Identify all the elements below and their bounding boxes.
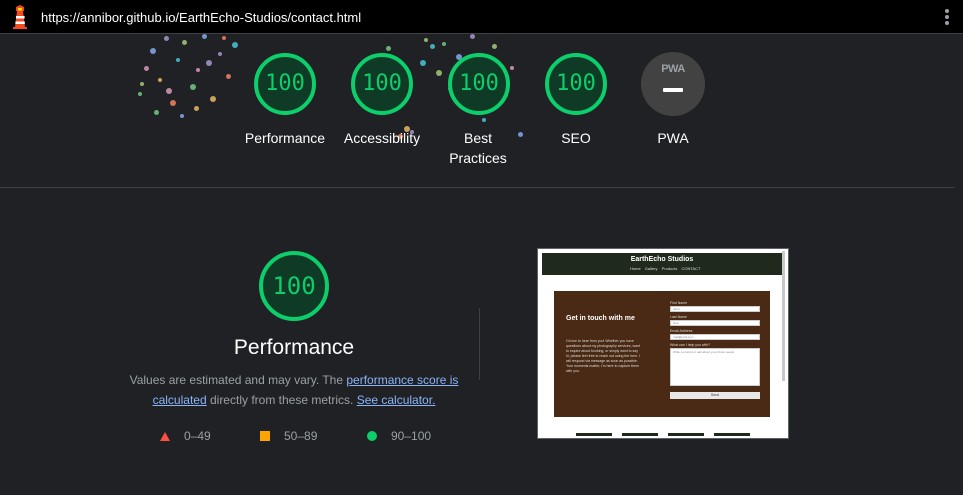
label-best-practices: Best Practices	[449, 130, 507, 166]
performance-description: Values are estimated and may vary. The p…	[128, 370, 460, 410]
address-bar: https://annibor.github.io/EarthEcho-Stud…	[0, 0, 963, 34]
confetti-dot	[176, 58, 180, 62]
thumb-form: First Name John Last Name Doe Email Addr…	[670, 301, 760, 399]
section-divider	[0, 187, 955, 188]
label-performance: Performance	[244, 130, 326, 146]
thumb-field-input: Doe	[670, 320, 760, 326]
confetti-dot	[150, 48, 156, 54]
thumb-header: EarthEcho Studios Home Gallery Products …	[542, 253, 782, 275]
legend-average: 50–89	[260, 428, 317, 444]
confetti-dot	[202, 34, 207, 39]
thumb-textarea: Write a prompt or ask about your photo n…	[670, 348, 760, 386]
confetti-dot	[194, 106, 199, 111]
legend-pass-range: 90–100	[391, 429, 432, 443]
desc-text-2: directly from these metrics.	[206, 393, 357, 407]
score-accessibility: 100	[362, 71, 402, 96]
legend-pass: 90–100	[367, 428, 431, 444]
confetti-dot	[232, 42, 238, 48]
performance-title: Performance	[233, 336, 355, 359]
vertical-separator	[479, 308, 480, 380]
confetti-dot	[154, 110, 159, 115]
confetti-dot	[386, 46, 391, 51]
legend-average-range: 50–89	[284, 429, 318, 443]
confetti-dot	[492, 44, 497, 49]
gauge-seo[interactable]: 100	[544, 52, 608, 116]
thumb-footer-item	[622, 433, 658, 436]
pwa-badge-icon[interactable]: PWA	[641, 52, 705, 116]
confetti-dot	[210, 96, 216, 102]
confetti-dot	[144, 66, 149, 71]
confetti-dot	[226, 74, 231, 79]
pwa-badge-text: PWA	[661, 63, 685, 75]
thumb-field-input: John	[670, 306, 760, 312]
confetti-dot	[424, 38, 428, 42]
score-best-practices: 100	[459, 71, 499, 96]
legend-fail-range: 0–49	[184, 429, 211, 443]
thumb-body: I'd love to hear from you! Whether you h…	[566, 339, 641, 373]
triangle-icon	[160, 431, 170, 441]
confetti-dot	[442, 42, 446, 46]
thumb-heading: Get in touch with me	[566, 315, 635, 322]
label-seo: SEO	[561, 130, 591, 146]
thumb-nav: Home Gallery Products CONTACT	[630, 266, 701, 271]
thumb-footer-item	[576, 433, 612, 436]
thumb-footer-item	[714, 433, 750, 436]
square-icon	[260, 431, 270, 441]
confetti-dot	[170, 100, 176, 106]
gauge-best-practices[interactable]: 100	[447, 52, 511, 116]
lighthouse-icon	[11, 5, 29, 29]
score-performance-large: 100	[272, 272, 316, 300]
thumb-scrollbar	[782, 251, 785, 381]
kebab-menu-icon[interactable]	[945, 9, 949, 25]
confetti-dot	[482, 118, 486, 122]
gauge-performance-large: 100	[258, 250, 330, 322]
label-pwa: PWA	[657, 130, 689, 146]
label-accessibility: Accessibility	[343, 130, 421, 146]
confetti-dot	[182, 40, 187, 45]
confetti-dot	[164, 36, 169, 41]
confetti-dot	[180, 114, 184, 118]
thumb-footer-item	[668, 433, 704, 436]
thumb-contact-card: Get in touch with me I'd love to hear fr…	[554, 291, 770, 417]
confetti-dot	[140, 82, 144, 86]
thumb-send-button: Send	[670, 392, 760, 399]
circle-icon	[367, 431, 377, 441]
desc-text-1: Values are estimated and may vary. The	[129, 373, 347, 387]
confetti-dot	[190, 84, 196, 90]
confetti-dot	[166, 88, 172, 94]
pwa-dash	[663, 88, 683, 92]
legend-fail: 0–49	[160, 428, 211, 444]
confetti-dot	[218, 52, 222, 56]
score-seo: 100	[556, 71, 596, 96]
scrollbar[interactable]	[955, 34, 963, 495]
gauge-performance[interactable]: 100	[253, 52, 317, 116]
confetti-dot	[222, 36, 226, 40]
gauge-accessibility[interactable]: 100	[350, 52, 414, 116]
thumb-field-input: mail@mail.com	[670, 334, 760, 340]
confetti-dot	[420, 60, 426, 66]
confetti-dot	[436, 70, 442, 76]
final-screenshot-thumbnail[interactable]: EarthEcho Studios Home Gallery Products …	[537, 248, 789, 439]
thumb-brand: EarthEcho Studios	[630, 256, 694, 263]
confetti-dot	[196, 68, 200, 72]
confetti-dot	[138, 92, 142, 96]
see-calculator-link[interactable]: See calculator.	[357, 393, 436, 407]
page-url[interactable]: https://annibor.github.io/EarthEcho-Stud…	[41, 10, 361, 25]
confetti-dot	[206, 60, 212, 66]
confetti-dot	[470, 34, 475, 39]
score-performance: 100	[265, 71, 305, 96]
confetti-dot	[430, 44, 435, 49]
confetti-dot	[158, 78, 162, 82]
